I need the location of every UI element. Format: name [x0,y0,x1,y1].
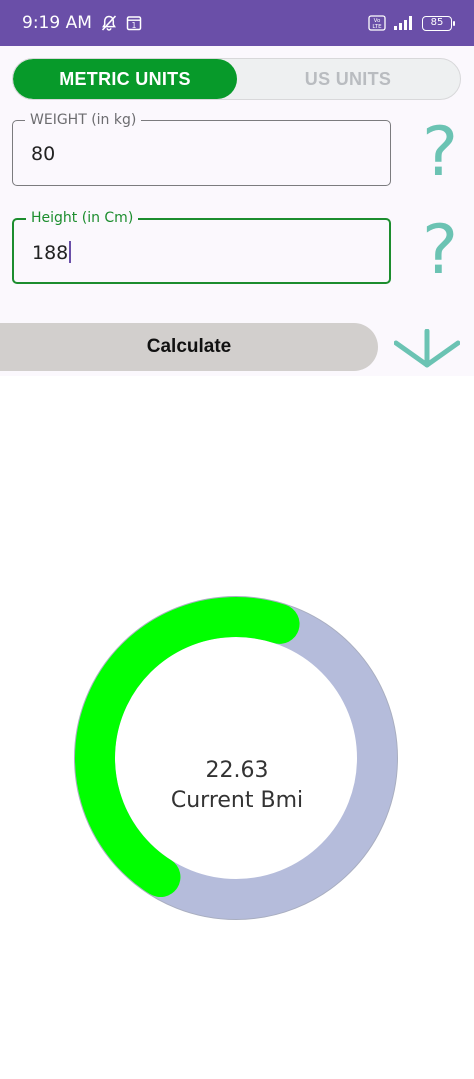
svg-text:1: 1 [132,21,137,30]
input-panel: METRIC UNITS US UNITS WEIGHT (in kg) ? H… [0,46,474,376]
tab-us-units[interactable]: US UNITS [236,59,460,99]
calculate-button[interactable]: Calculate [0,323,378,371]
bmi-value: 22.63 [205,758,269,783]
status-bar: 9:19 AM 1 Vo LTE 85 [0,0,474,46]
calendar-icon: 1 [126,15,142,31]
bell-off-icon [100,14,118,32]
battery-icon: 85 [422,15,455,31]
height-input-value: 188 [32,242,69,264]
tab-metric-units[interactable]: METRIC UNITS [13,59,237,99]
unit-toggle: METRIC UNITS US UNITS [12,58,461,100]
height-field[interactable]: Height (in Cm) 188 [12,210,391,284]
weight-field[interactable]: WEIGHT (in kg) [12,112,391,186]
height-help-icon[interactable]: ? [420,217,460,285]
text-caret [69,241,72,263]
signal-icon [393,15,415,31]
svg-text:LTE: LTE [372,24,382,30]
bmi-caption: Current Bmi [170,788,304,813]
battery-level: 85 [430,17,444,28]
height-input[interactable]: 188 [32,241,372,264]
volte-icon: Vo LTE [368,15,386,31]
status-time: 9:19 AM [22,13,92,33]
height-field-label: Height (in Cm) [26,210,139,226]
arrow-down-icon[interactable] [393,328,461,369]
weight-help-icon[interactable]: ? [420,119,460,187]
weight-field-label: WEIGHT (in kg) [25,112,142,128]
gauge-progress-arc [75,597,300,898]
weight-input[interactable] [31,143,371,165]
